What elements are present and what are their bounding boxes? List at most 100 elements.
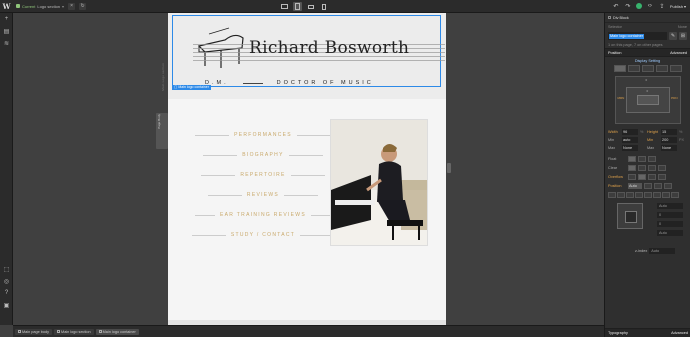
- align-bottom-right-button[interactable]: [635, 192, 643, 198]
- typography-section-header[interactable]: Typography Advanced: [605, 328, 690, 337]
- redo-icon[interactable]: ↷: [624, 2, 632, 10]
- design-canvas: Main Logo section Page Body Richard Bosw…: [13, 13, 604, 325]
- layers-icon[interactable]: ≋: [0, 37, 13, 49]
- mobile-landscape-view-button[interactable]: [306, 2, 315, 11]
- offset-top-input[interactable]: Auto: [657, 203, 683, 209]
- tablet-view-button[interactable]: [293, 2, 302, 11]
- pages-icon[interactable]: ▤: [0, 25, 13, 37]
- padding-box[interactable]: 0: [625, 87, 670, 113]
- add-icon[interactable]: +: [0, 13, 13, 25]
- chevron-down-icon: ▾: [683, 3, 686, 9]
- offset-diagram[interactable]: [617, 203, 643, 229]
- position-fixed-button[interactable]: [664, 182, 672, 189]
- height-input[interactable]: 15: [661, 129, 677, 135]
- element-icon: ▢: [174, 85, 178, 89]
- margin-top-value[interactable]: 0: [646, 78, 648, 82]
- clear-row: Clear: [605, 163, 690, 172]
- preview-icon[interactable]: ◎: [0, 275, 13, 287]
- display-none-button[interactable]: [669, 65, 682, 72]
- display-flex-button[interactable]: [627, 65, 640, 72]
- export-icon[interactable]: ⇪: [658, 2, 666, 10]
- overflow-scroll-button[interactable]: [648, 173, 656, 180]
- menu-item-label: EAR TRAINING REVIEWS: [220, 212, 306, 218]
- position-select[interactable]: Auto: [628, 182, 642, 189]
- class-selector-input[interactable]: Main logo container: [608, 32, 667, 40]
- undo-icon[interactable]: ↶: [612, 2, 620, 10]
- menu-item-repertoire[interactable]: REPERTOIRE: [188, 165, 338, 185]
- page-selector[interactable]: Current Logo section ▾: [16, 4, 64, 9]
- height-unit[interactable]: %: [679, 130, 684, 134]
- align-bottom-left-button[interactable]: [626, 192, 634, 198]
- menu-item-reviews[interactable]: REVIEWS: [188, 185, 338, 205]
- subtitle-title: DOCTOR OF MUSIC: [276, 80, 374, 86]
- box-model-editor[interactable]: MRN 0 0 PDN: [614, 76, 681, 124]
- help-icon[interactable]: ?: [0, 287, 13, 299]
- refresh-icon[interactable]: ↻: [79, 2, 87, 10]
- display-inline-button[interactable]: [655, 65, 668, 72]
- display-options: [605, 64, 690, 73]
- display-block-button[interactable]: [613, 65, 626, 72]
- main-logo-section[interactable]: Richard Bosworth D.M. DOCTOR OF MUSIC ▢ …: [168, 13, 446, 99]
- menu-item-performances[interactable]: PERFORMANCES: [188, 125, 338, 145]
- resize-handle[interactable]: [447, 163, 451, 173]
- max-width-input[interactable]: None: [622, 145, 638, 151]
- status-ok-icon[interactable]: [635, 3, 642, 9]
- align-top-button[interactable]: [662, 192, 670, 198]
- close-icon[interactable]: ×: [68, 2, 76, 10]
- float-none-button[interactable]: [628, 155, 636, 162]
- zindex-input[interactable]: Auto: [649, 248, 676, 254]
- min-height-unit[interactable]: PX: [679, 138, 684, 142]
- menu-item-biography[interactable]: BIOGRAPHY: [188, 145, 338, 165]
- max-height-input[interactable]: None: [661, 145, 677, 151]
- position-relative-button[interactable]: [644, 182, 652, 189]
- app-logo-icon[interactable]: W: [0, 0, 13, 13]
- code-icon[interactable]: ‹›: [646, 2, 654, 10]
- selected-element-label[interactable]: ▢ Main logo container: [172, 85, 211, 90]
- min-height-input[interactable]: 200: [661, 137, 677, 143]
- display-inline-block-button[interactable]: [641, 65, 654, 72]
- width-input[interactable]: 96: [622, 129, 638, 135]
- float-right-button[interactable]: [648, 155, 656, 162]
- align-right-button[interactable]: [653, 192, 661, 198]
- main-logo-container[interactable]: Richard Bosworth D.M. DOCTOR OF MUSIC: [172, 15, 445, 87]
- typography-advanced-toggle[interactable]: Advanced: [671, 331, 688, 335]
- menu-item-ear-training-reviews[interactable]: EAR TRAINING REVIEWS: [188, 205, 338, 225]
- align-full-button[interactable]: [671, 192, 679, 198]
- offset-bottom-input[interactable]: 0: [657, 221, 683, 227]
- edit-icon[interactable]: ✎: [669, 32, 677, 40]
- width-unit[interactable]: %: [640, 130, 645, 134]
- padding-top-value[interactable]: 0: [647, 89, 649, 93]
- clear-left-button[interactable]: [638, 164, 646, 171]
- style-manager-icon[interactable]: ⊞: [679, 32, 687, 40]
- settings-icon[interactable]: ▣: [0, 299, 13, 311]
- offset-right-input[interactable]: 0: [657, 212, 683, 218]
- page-name: Logo section: [37, 3, 61, 9]
- gutter-tag[interactable]: Page Body: [156, 113, 168, 149]
- align-top-right-button[interactable]: [617, 192, 625, 198]
- class-selector-row: Main logo container ✎ ⊞: [605, 31, 690, 41]
- desktop-view-button[interactable]: [280, 2, 289, 11]
- overflow-visible-button[interactable]: [628, 173, 636, 180]
- overflow-auto-button[interactable]: [658, 173, 666, 180]
- position-section-header[interactable]: Position Advanced: [605, 48, 690, 57]
- breadcrumb-item[interactable]: Main logo container: [95, 328, 139, 335]
- min-width-input[interactable]: auto: [622, 137, 638, 143]
- clear-both-button[interactable]: [658, 164, 666, 171]
- mobile-portrait-view-button[interactable]: [319, 2, 328, 11]
- offset-left-input[interactable]: Auto: [657, 230, 683, 236]
- position-absolute-button[interactable]: [654, 182, 662, 189]
- selector-state[interactable]: None: [678, 25, 687, 29]
- breadcrumb-item[interactable]: Main logo section: [54, 328, 94, 335]
- clear-right-button[interactable]: [648, 164, 656, 171]
- advanced-toggle[interactable]: Advanced: [670, 51, 687, 55]
- menu-item-study-contact[interactable]: STUDY / CONTACT: [188, 225, 338, 245]
- clear-none-button[interactable]: [628, 164, 636, 171]
- select-icon[interactable]: ⬚: [0, 263, 13, 275]
- breadcrumb-item[interactable]: Main page body: [15, 328, 53, 335]
- class-chip[interactable]: Main logo container: [609, 33, 645, 39]
- align-left-button[interactable]: [644, 192, 652, 198]
- float-left-button[interactable]: [638, 155, 646, 162]
- publish-button[interactable]: Publish ▾: [670, 4, 686, 9]
- align-top-left-button[interactable]: [608, 192, 616, 198]
- overflow-hidden-button[interactable]: [638, 173, 646, 180]
